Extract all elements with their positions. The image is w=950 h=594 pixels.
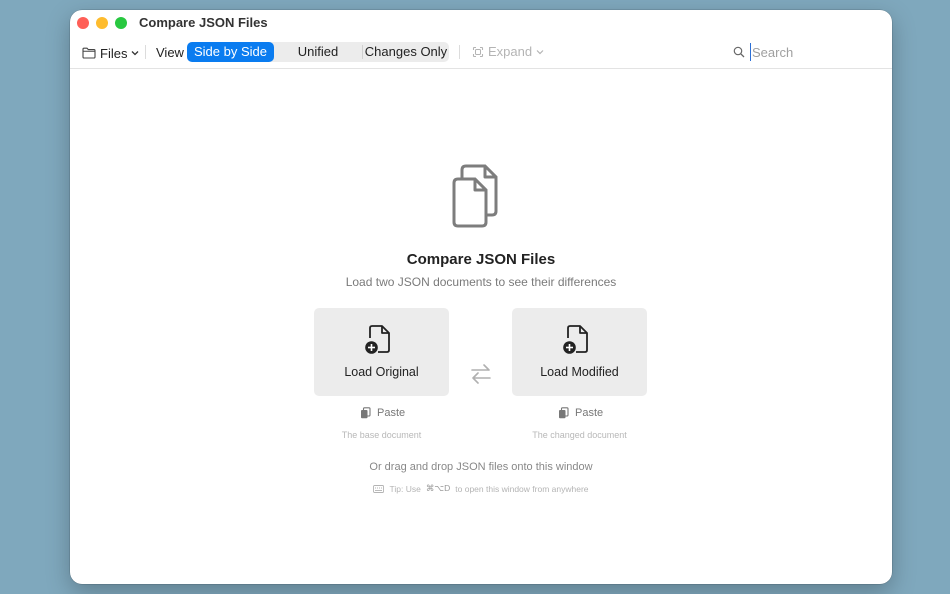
- empty-state-title: Compare JSON Files: [406, 251, 556, 268]
- add-document-icon: [563, 325, 588, 354]
- tab-unified[interactable]: Unified: [274, 42, 362, 62]
- load-modified-button[interactable]: Load Modified: [512, 308, 647, 396]
- view-mode-segmented-control: Side by Side Unified Changes Only: [187, 42, 449, 62]
- modified-caption: The changed document: [532, 430, 627, 440]
- files-menu-button[interactable]: Files: [82, 44, 139, 62]
- chevron-down-icon: [131, 51, 139, 56]
- tab-side-by-side[interactable]: Side by Side: [187, 42, 274, 62]
- tip-prefix: Tip: Use: [389, 483, 421, 494]
- load-modified-label: Load Modified: [540, 365, 619, 379]
- folder-icon: [82, 47, 96, 59]
- keyboard-icon: [373, 484, 385, 493]
- tip-suffix: to open this window from anywhere: [455, 483, 589, 494]
- add-document-icon: [365, 325, 390, 354]
- tip-shortcut: ⌘⌥D: [425, 483, 451, 493]
- toolbar-divider: [145, 45, 146, 59]
- tab-changes-only[interactable]: Changes Only: [363, 42, 449, 62]
- app-window: Compare JSON Files Files View Side by Si…: [70, 10, 892, 584]
- load-original-label: Load Original: [344, 365, 419, 379]
- shortcut-tip: Tip: Use ⌘⌥D to open this window from an…: [70, 483, 892, 494]
- search-icon: [733, 46, 745, 58]
- expand-label: Expand: [488, 44, 533, 59]
- paste-modified-label: Paste: [575, 407, 604, 419]
- close-window-button[interactable]: [77, 17, 89, 29]
- swap-arrows-icon: [471, 364, 491, 384]
- zoom-window-button[interactable]: [115, 17, 127, 29]
- load-original-button[interactable]: Load Original: [314, 308, 449, 396]
- expand-icon: [472, 46, 484, 57]
- chevron-down-icon: [536, 49, 544, 54]
- paste-original-button[interactable]: Paste: [360, 407, 405, 419]
- paste-original-label: Paste: [377, 407, 406, 419]
- original-caption: The base document: [341, 430, 422, 440]
- drag-drop-hint: Or drag and drop JSON files onto this wi…: [369, 461, 593, 473]
- expand-button[interactable]: Expand: [472, 44, 544, 59]
- paste-icon: [559, 407, 569, 419]
- empty-state-subtitle: Load two JSON documents to see their dif…: [345, 275, 617, 289]
- toolbar-divider: [459, 45, 460, 59]
- paste-modified-button[interactable]: Paste: [558, 407, 603, 419]
- toolbar: Files View Side by Side Unified Changes …: [70, 36, 892, 69]
- documents-icon: [452, 164, 498, 228]
- files-menu-label: Files: [100, 45, 128, 61]
- search-input[interactable]: [750, 43, 880, 61]
- paste-icon: [361, 407, 371, 419]
- minimize-window-button[interactable]: [96, 17, 108, 29]
- window-title: Compare JSON Files: [139, 15, 268, 30]
- title-bar: Compare JSON Files: [70, 10, 892, 36]
- view-label: View: [156, 45, 184, 60]
